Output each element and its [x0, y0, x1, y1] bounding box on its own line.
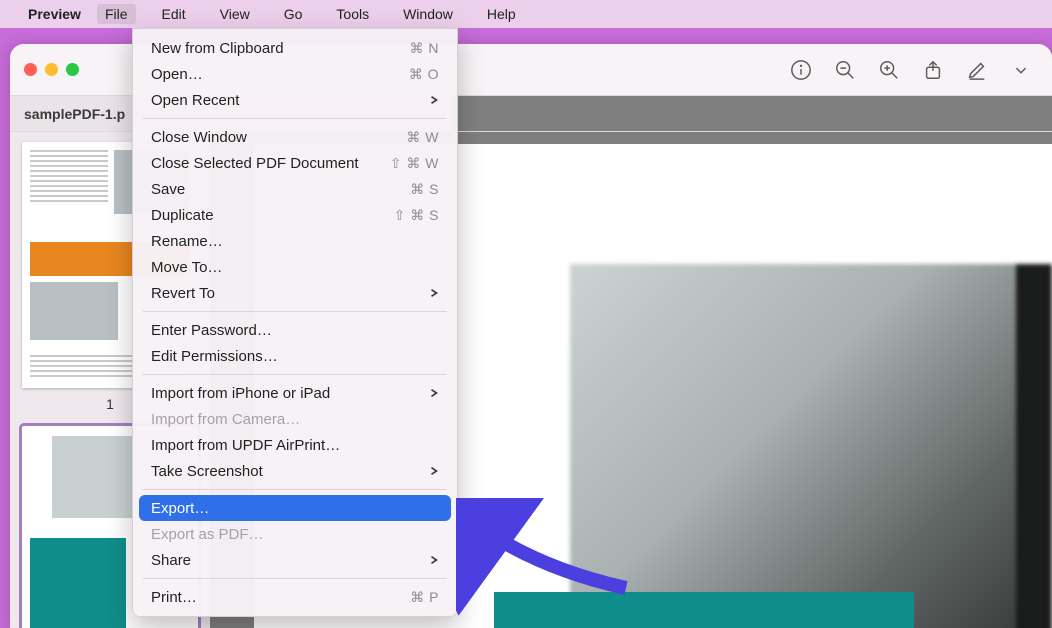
menu-tools[interactable]: Tools: [328, 4, 377, 24]
menu-item-close-selected-pdf-document[interactable]: Close Selected PDF Document ⇧ ⌘ W: [139, 150, 451, 176]
menu-item-enter-password[interactable]: Enter Password…: [139, 317, 451, 343]
menu-item-label: Move To…: [151, 259, 222, 276]
menu-item-label: Export as PDF…: [151, 526, 264, 543]
menu-shortcut: ⌘ N: [410, 40, 440, 57]
menu-item-label: Take Screenshot: [151, 463, 263, 480]
menu-shortcut: ⌘ O: [409, 66, 439, 83]
menu-item-label: Import from iPhone or iPad: [151, 385, 330, 402]
menu-shortcut: ⇧ ⌘ W: [390, 155, 439, 172]
thumb-teal-box: [30, 538, 126, 628]
menu-shortcut: ⌘ S: [410, 181, 439, 198]
menu-edit[interactable]: Edit: [154, 4, 194, 24]
menu-item-print[interactable]: Print… ⌘ P: [139, 584, 451, 610]
menu-item-import-from-updf-airprint[interactable]: Import from UPDF AirPrint…: [139, 432, 451, 458]
menu-item-edit-permissions[interactable]: Edit Permissions…: [139, 343, 451, 369]
traffic-lights: [24, 63, 79, 76]
menu-separator: [143, 374, 447, 375]
menu-item-label: Print…: [151, 589, 197, 606]
menu-item-save[interactable]: Save ⌘ S: [139, 176, 451, 202]
minimize-window-button[interactable]: [45, 63, 58, 76]
menu-item-revert-to[interactable]: Revert To: [139, 280, 451, 306]
menu-item-label: Duplicate: [151, 207, 214, 224]
file-menu-dropdown: New from Clipboard ⌘ N Open… ⌘ O Open Recent…: [132, 28, 458, 617]
menu-item-label: New from Clipboard: [151, 40, 284, 57]
menu-item-open[interactable]: Open… ⌘ O: [139, 61, 451, 87]
zoom-in-icon[interactable]: [878, 59, 900, 81]
info-icon[interactable]: [790, 59, 812, 81]
menu-go[interactable]: Go: [276, 4, 311, 24]
menu-shortcut: ⌘ P: [410, 589, 439, 606]
annotation-arrow: [456, 498, 656, 623]
chevron-right-icon: [429, 92, 439, 109]
zoom-window-button[interactable]: [66, 63, 79, 76]
menu-item-label: Import from UPDF AirPrint…: [151, 437, 340, 454]
menu-item-label: Open Recent: [151, 92, 239, 109]
menu-item-export[interactable]: Export…: [139, 495, 451, 521]
menu-shortcut: ⌘ W: [406, 129, 439, 146]
zoom-out-icon[interactable]: [834, 59, 856, 81]
thumb-image: [30, 282, 118, 340]
menu-item-label: Open…: [151, 66, 203, 83]
menu-item-label: Save: [151, 181, 185, 198]
menu-item-share[interactable]: Share: [139, 547, 451, 573]
menu-item-move-to[interactable]: Move To…: [139, 254, 451, 280]
menu-item-label: Revert To: [151, 285, 215, 302]
menu-item-new-from-clipboard[interactable]: New from Clipboard ⌘ N: [139, 35, 451, 61]
menu-item-label: Enter Password…: [151, 322, 272, 339]
menu-item-open-recent[interactable]: Open Recent: [139, 87, 451, 113]
menu-separator: [143, 118, 447, 119]
menu-help[interactable]: Help: [479, 4, 524, 24]
menu-separator: [143, 311, 447, 312]
thumb-text-lines: [30, 150, 108, 205]
menu-item-close-window[interactable]: Close Window ⌘ W: [139, 124, 451, 150]
menu-item-duplicate[interactable]: Duplicate ⇧ ⌘ S: [139, 202, 451, 228]
chevron-right-icon: [429, 552, 439, 569]
chevron-right-icon: [429, 285, 439, 302]
document-filename: samplePDF-1.p: [24, 106, 125, 122]
menu-item-export-as-pdf: Export as PDF…: [139, 521, 451, 547]
chevron-right-icon: [429, 463, 439, 480]
menu-item-label: Edit Permissions…: [151, 348, 278, 365]
menu-separator: [143, 489, 447, 490]
menu-window[interactable]: Window: [395, 4, 461, 24]
menu-item-label: Rename…: [151, 233, 223, 250]
menu-item-label: Export…: [151, 500, 209, 517]
menu-item-import-from-iphone-or-ipad[interactable]: Import from iPhone or iPad: [139, 380, 451, 406]
menu-item-take-screenshot[interactable]: Take Screenshot: [139, 458, 451, 484]
app-name[interactable]: Preview: [28, 6, 81, 22]
menu-separator: [143, 578, 447, 579]
toolbar-chevron-icon[interactable]: [1010, 59, 1032, 81]
close-window-button[interactable]: [24, 63, 37, 76]
menu-shortcut: ⇧ ⌘ S: [394, 207, 439, 224]
menu-item-label: Import from Camera…: [151, 411, 300, 428]
menu-item-label: Close Window: [151, 129, 247, 146]
menu-item-label: Share: [151, 552, 191, 569]
markup-icon[interactable]: [966, 59, 988, 81]
menu-view[interactable]: View: [212, 4, 258, 24]
menu-item-import-from-camera: Import from Camera…: [139, 406, 451, 432]
menu-item-rename[interactable]: Rename…: [139, 228, 451, 254]
menu-file[interactable]: File: [97, 4, 136, 24]
menubar: Preview File Edit View Go Tools Window H…: [0, 0, 1052, 28]
share-icon[interactable]: [922, 59, 944, 81]
menu-item-label: Close Selected PDF Document: [151, 155, 359, 172]
chevron-right-icon: [429, 385, 439, 402]
